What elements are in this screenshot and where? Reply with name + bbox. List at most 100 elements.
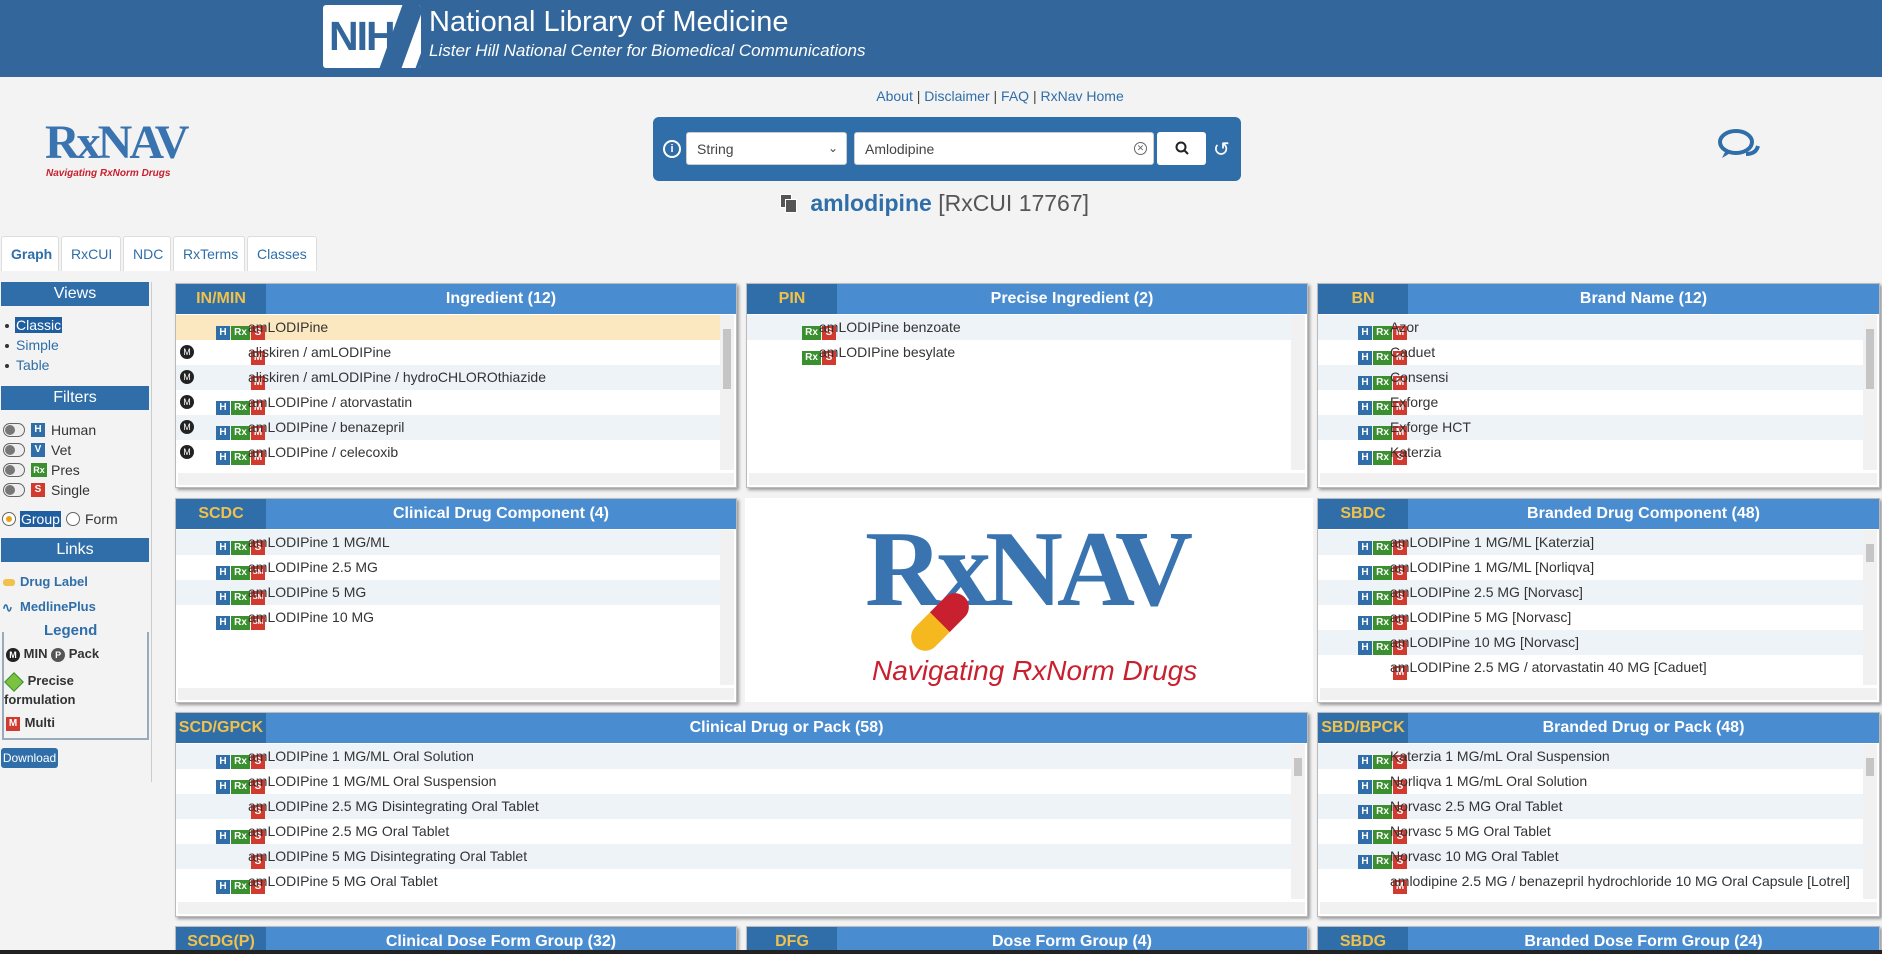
- scrollbar-thumb[interactable]: [1866, 758, 1874, 776]
- list-item[interactable]: Mamlodipine 2.5 MG / benazepril hydrochl…: [1318, 869, 1863, 894]
- medlineplus-link[interactable]: MedlinePlus: [20, 599, 96, 614]
- horizontal-scrollbar[interactable]: [178, 688, 734, 700]
- horizontal-scrollbar[interactable]: [1320, 902, 1877, 914]
- list-item[interactable]: H Rx S Norliqva 1 MG/mL Oral Solution: [1318, 769, 1863, 794]
- vertical-scrollbar[interactable]: [720, 530, 734, 685]
- filter-pres-toggle[interactable]: [3, 463, 25, 477]
- tab-graph[interactable]: Graph: [1, 236, 59, 271]
- nih-logo[interactable]: NIH: [323, 5, 421, 68]
- info-icon[interactable]: i: [663, 140, 681, 158]
- list-item[interactable]: Rx SamLODIPine besylate: [747, 340, 1291, 365]
- list-item[interactable]: H Rx SamLODIPine 1 MG/ML Oral Suspension: [176, 769, 1291, 794]
- rxnav-home-link[interactable]: RxNav Home: [1040, 88, 1123, 104]
- search-type-select[interactable]: String ⌄: [686, 132, 847, 165]
- rxnav-logo-text: RxNAV: [45, 116, 189, 169]
- horizontal-scrollbar[interactable]: [178, 902, 1305, 914]
- view-classic-link[interactable]: Classic: [15, 317, 63, 333]
- list-item[interactable]: H Rx S Katerzia 1 MG/mL Oral Suspension: [1318, 744, 1863, 769]
- horizontal-scrollbar[interactable]: [178, 473, 734, 485]
- form-radio[interactable]: [66, 512, 80, 526]
- vertical-scrollbar[interactable]: [720, 315, 734, 470]
- search-button[interactable]: [1157, 132, 1206, 165]
- filter-human-toggle[interactable]: [3, 423, 25, 437]
- human-flag-icon: H: [1358, 376, 1372, 390]
- row-label: amLODIPine / benazepril: [248, 419, 405, 435]
- vertical-scrollbar[interactable]: [1863, 530, 1877, 685]
- faq-link[interactable]: FAQ: [1001, 88, 1029, 104]
- copy-icon[interactable]: [780, 194, 798, 214]
- single-flag-icon: S: [31, 483, 45, 497]
- nlm-title[interactable]: National Library of Medicine: [429, 6, 788, 39]
- legend-precise: Precise formulation: [4, 671, 144, 709]
- tab-rxterms[interactable]: RxTerms: [173, 236, 245, 271]
- download-button[interactable]: Download: [1, 748, 58, 768]
- list-item[interactable]: M Maliskiren / amLODIPine / hydroCHLOROth…: [176, 365, 720, 390]
- panel-code: SCDC: [176, 499, 266, 529]
- list-item[interactable]: H Rx SamLODIPine: [176, 315, 720, 340]
- list-item[interactable]: H Rx SamLODIPine 2.5 MG Oral Tablet: [176, 819, 1291, 844]
- list-item[interactable]: H Rx M Consensi: [1318, 365, 1863, 390]
- horizontal-scrollbar[interactable]: [1320, 688, 1877, 700]
- list-item[interactable]: H Rx SM amLODIPine 5 MG: [176, 580, 720, 605]
- history-icon[interactable]: ↺: [1213, 137, 1230, 162]
- min-icon: M: [180, 445, 194, 459]
- list-item[interactable]: H Rx SamLODIPine 1 MG/ML [Katerzia]: [1318, 530, 1863, 555]
- vertical-scrollbar[interactable]: [1863, 744, 1877, 899]
- list-item[interactable]: H Rx S Norvasc 5 MG Oral Tablet: [1318, 819, 1863, 844]
- list-item[interactable]: H Rx SamLODIPine 10 MG [Norvasc]: [1318, 630, 1863, 655]
- list-item[interactable]: M H Rx MamLODIPine / atorvastatin: [176, 390, 720, 415]
- scrollbar-thumb[interactable]: [723, 329, 731, 389]
- list-item[interactable]: H Rx SamLODIPine 1 MG/ML [Norliqva]: [1318, 555, 1863, 580]
- list-item[interactable]: H Rx SM amLODIPine 2.5 MG: [176, 555, 720, 580]
- list-item[interactable]: Rx SamLODIPine benzoate: [747, 315, 1291, 340]
- clear-icon[interactable]: ✕: [1134, 142, 1147, 155]
- chat-icon[interactable]: [1718, 128, 1762, 164]
- human-flag-icon: H: [1358, 591, 1372, 605]
- list-item[interactable]: M Maliskiren / amLODIPine: [176, 340, 720, 365]
- list-item[interactable]: H Rx M Exforge HCT: [1318, 415, 1863, 440]
- filter-vet-toggle[interactable]: [3, 443, 25, 457]
- about-link[interactable]: About: [876, 88, 913, 104]
- list-item[interactable]: H Rx SamLODIPine 5 MG Oral Tablet: [176, 869, 1291, 894]
- list-item[interactable]: H Rx M Caduet: [1318, 340, 1863, 365]
- tab-rxcui[interactable]: RxCUI: [61, 236, 121, 271]
- panel-header: BN Brand Name (12): [1318, 284, 1879, 314]
- list-item[interactable]: H Rx SamLODIPine 5 MG [Norvasc]: [1318, 605, 1863, 630]
- list-item[interactable]: SamLODIPine 5 MG Disintegrating Oral Tab…: [176, 844, 1291, 869]
- view-simple-link[interactable]: Simple: [16, 337, 59, 353]
- group-radio[interactable]: [2, 512, 16, 526]
- scrollbar-thumb[interactable]: [1294, 758, 1302, 776]
- list-item[interactable]: MamLODIPine 2.5 MG / atorvastatin 40 MG …: [1318, 655, 1863, 680]
- disclaimer-link[interactable]: Disclaimer: [924, 88, 989, 104]
- search-input[interactable]: Amlodipine ✕: [854, 132, 1154, 165]
- vertical-scrollbar[interactable]: [1291, 744, 1305, 899]
- panel-code: SCD/GPCK: [176, 713, 266, 743]
- horizontal-scrollbar[interactable]: [749, 473, 1305, 485]
- list-item[interactable]: H Rx M Azor: [1318, 315, 1863, 340]
- scrollbar-thumb[interactable]: [1866, 329, 1874, 389]
- list-item[interactable]: H Rx SamLODIPine 1 MG/ML: [176, 530, 720, 555]
- vertical-scrollbar[interactable]: [1863, 315, 1877, 470]
- list-item[interactable]: M H Rx MamLODIPine / benazepril: [176, 415, 720, 440]
- filter-single-toggle[interactable]: [3, 483, 25, 497]
- horizontal-scrollbar[interactable]: [1320, 473, 1877, 485]
- view-table-link[interactable]: Table: [16, 357, 49, 373]
- panel-in: IN/MIN Ingredient (12) H Rx SamLODIPine M Mali…: [175, 283, 737, 488]
- list-item[interactable]: SamLODIPine 2.5 MG Disintegrating Oral T…: [176, 794, 1291, 819]
- rxnav-logo[interactable]: RxNAV Navigating RxNorm Drugs: [45, 115, 189, 185]
- vertical-scrollbar[interactable]: [1291, 315, 1305, 470]
- list-item[interactable]: H Rx S Norvasc 2.5 MG Oral Tablet: [1318, 794, 1863, 819]
- tab-ndc[interactable]: NDC: [123, 236, 171, 271]
- scrollbar-thumb[interactable]: [1866, 544, 1874, 562]
- row-label: aliskiren / amLODIPine: [248, 344, 392, 360]
- list-item[interactable]: H Rx SamLODIPine 2.5 MG [Norvasc]: [1318, 580, 1863, 605]
- drug-label-link[interactable]: Drug Label: [20, 574, 88, 589]
- list-item[interactable]: H Rx M Exforge: [1318, 390, 1863, 415]
- tab-classes[interactable]: Classes: [247, 236, 317, 271]
- list-item[interactable]: M H Rx MamLODIPine / celecoxib: [176, 440, 720, 465]
- min-icon: M: [180, 345, 194, 359]
- list-item[interactable]: H Rx SM amLODIPine 10 MG: [176, 605, 720, 630]
- list-item[interactable]: H Rx SamLODIPine 1 MG/ML Oral Solution: [176, 744, 1291, 769]
- list-item[interactable]: H Rx S Katerzia: [1318, 440, 1863, 465]
- list-item[interactable]: H Rx S Norvasc 10 MG Oral Tablet: [1318, 844, 1863, 869]
